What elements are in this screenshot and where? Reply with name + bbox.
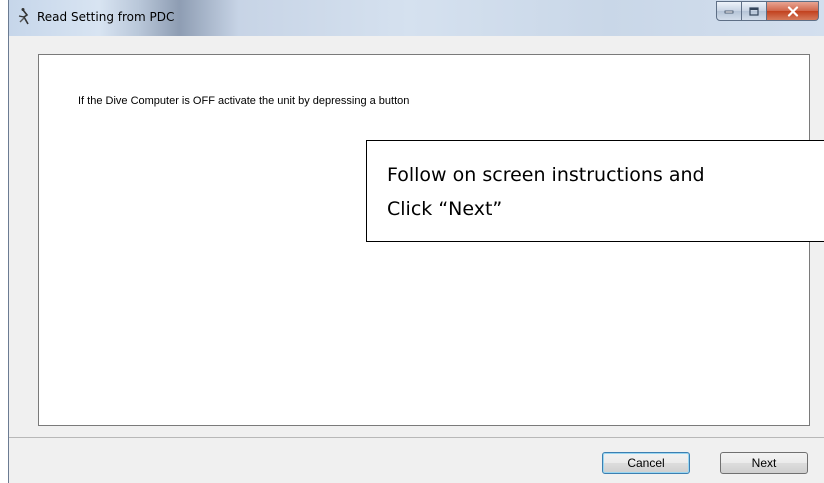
dialog-footer: Cancel Next: [9, 438, 824, 483]
window-controls: [716, 1, 819, 21]
maximize-icon: [749, 6, 759, 16]
close-icon: [787, 5, 798, 17]
callout-line-2: Click “Next”: [387, 198, 503, 220]
close-button[interactable]: [767, 1, 819, 21]
title-bar[interactable]: Read Setting from PDC: [9, 0, 824, 36]
next-button[interactable]: Next: [720, 452, 808, 474]
minimize-icon: [724, 10, 734, 14]
window-title: Read Setting from PDC: [37, 10, 175, 24]
minimize-button[interactable]: [716, 1, 742, 21]
annotation-callout: Follow on screen instructions and Click …: [366, 140, 824, 242]
cancel-button[interactable]: Cancel: [602, 452, 690, 474]
app-icon: [15, 7, 33, 27]
maximize-button[interactable]: [742, 1, 767, 21]
instruction-text: If the Dive Computer is OFF activate the…: [78, 95, 410, 107]
callout-line-1: Follow on screen instructions and: [387, 164, 705, 186]
